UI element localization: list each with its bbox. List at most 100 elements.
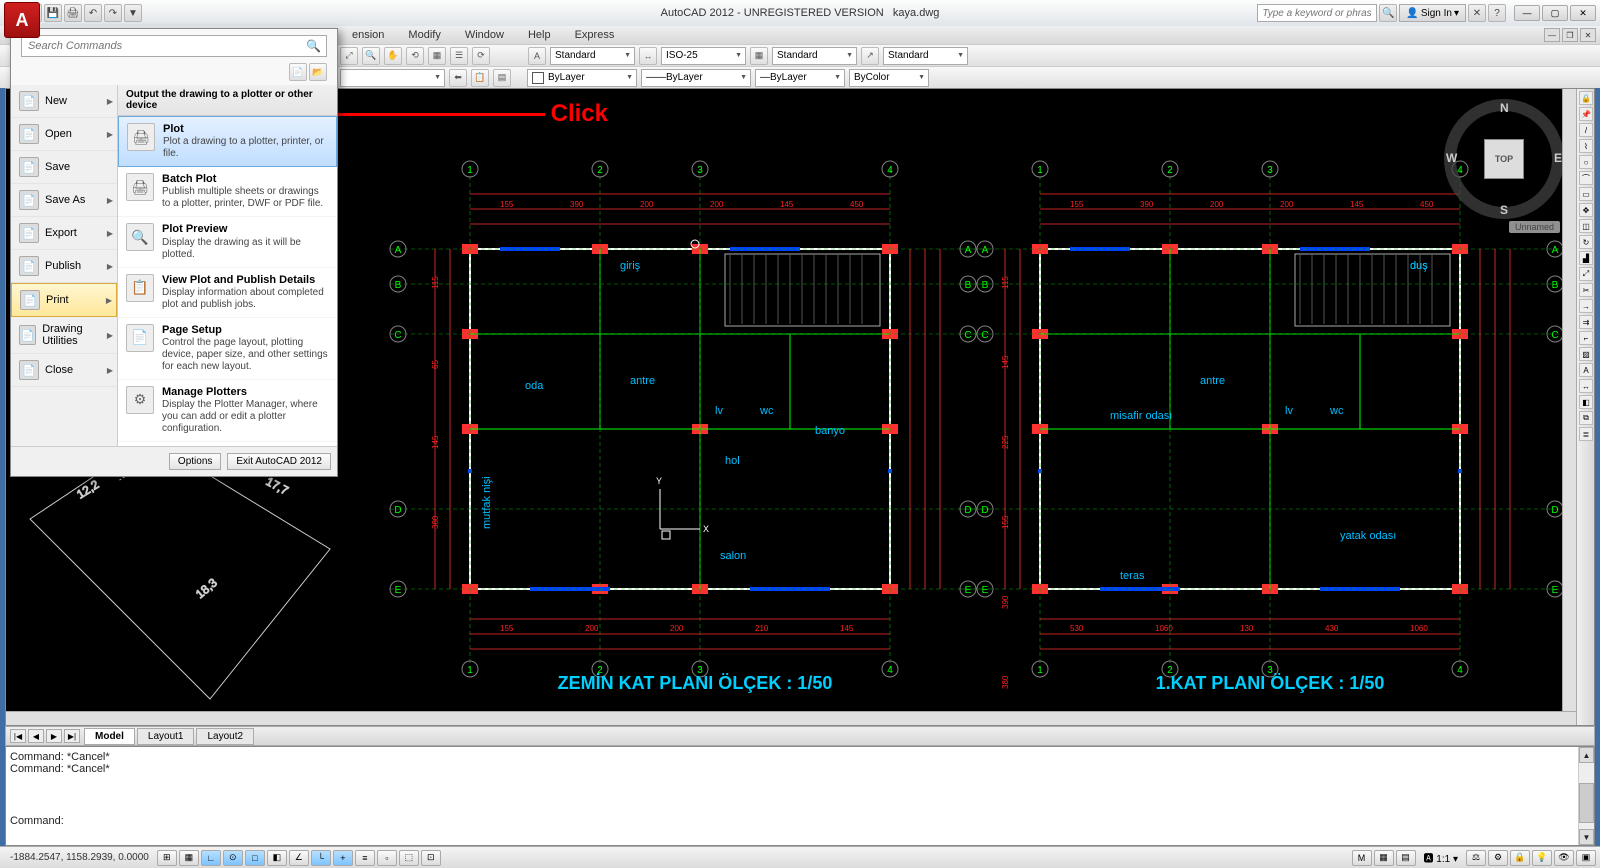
linetype-dropdown[interactable]: —— ByLayer	[641, 69, 751, 87]
qp-toggle[interactable]: ⬚	[399, 850, 419, 866]
menu-help[interactable]: Help	[516, 29, 563, 41]
close-icon[interactable]: ✕	[1570, 5, 1596, 21]
layer-filter-icon[interactable]: ▤	[493, 69, 511, 87]
menu-modify[interactable]: Modify	[396, 29, 452, 41]
search-go-icon[interactable]: 🔍	[1379, 4, 1397, 22]
tool-rotate-icon[interactable]: ↻	[1579, 235, 1593, 249]
scroll-thumb[interactable]	[1579, 783, 1594, 823]
hardware-icon[interactable]: 💡	[1532, 850, 1552, 866]
tool-offset-icon[interactable]: ⇉	[1579, 315, 1593, 329]
tab-layout1[interactable]: Layout1	[137, 728, 195, 745]
tool-text-icon[interactable]: A	[1579, 363, 1593, 377]
3dosnap-toggle[interactable]: ◧	[267, 850, 287, 866]
command-window[interactable]: Command: *Cancel* Command: *Cancel* Comm…	[5, 746, 1595, 846]
qat-print-icon[interactable]: 🖨	[64, 4, 82, 22]
doc-minimize-icon[interactable]: —	[1544, 28, 1560, 42]
viewcube-e[interactable]: E	[1554, 151, 1562, 165]
ortho-toggle[interactable]: ∟	[201, 850, 221, 866]
layer-dropdown[interactable]	[340, 69, 445, 87]
lwt-toggle[interactable]: ≡	[355, 850, 375, 866]
table-style-dropdown[interactable]: Standard	[772, 47, 857, 65]
open-docs-icon[interactable]: 📂	[309, 63, 327, 81]
app-menu-search-input[interactable]	[21, 35, 327, 57]
viewcube-w[interactable]: W	[1446, 151, 1457, 165]
tool-layer-icon[interactable]: ≣	[1579, 427, 1593, 441]
print-option-page-setup[interactable]: 📄Page SetupControl the page layout, plot…	[118, 318, 337, 380]
menu-dimension[interactable]: ension	[340, 29, 396, 41]
ws-icon[interactable]: ⚙	[1488, 850, 1508, 866]
menu-window[interactable]: Window	[453, 29, 516, 41]
pan-icon[interactable]: ✋	[384, 47, 402, 65]
zoom-extents-icon[interactable]: ⤢	[340, 47, 358, 65]
qat-undo-icon[interactable]: ↶	[84, 4, 102, 22]
tab-last-icon[interactable]: ▶|	[64, 729, 80, 743]
tool-line-icon[interactable]: /	[1579, 123, 1593, 137]
osnap-toggle[interactable]: □	[245, 850, 265, 866]
tool-arc-icon[interactable]: ⌒	[1579, 171, 1593, 185]
viewcube-n[interactable]: N	[1500, 101, 1509, 115]
mleader-style-dropdown[interactable]: Standard	[883, 47, 968, 65]
color-dropdown[interactable]: ByLayer	[527, 69, 637, 87]
doc-restore-icon[interactable]: ❐	[1562, 28, 1578, 42]
tool-dim-icon[interactable]: ↔	[1579, 379, 1593, 393]
tool-move-icon[interactable]: ✥	[1579, 203, 1593, 217]
app-menu-save[interactable]: 📄Save	[11, 151, 117, 184]
tool-fillet-icon[interactable]: ⌐	[1579, 331, 1593, 345]
view-tag[interactable]: Unnamed	[1509, 221, 1560, 233]
app-menu-print[interactable]: 📄Print▶	[11, 283, 117, 317]
tool-circle-icon[interactable]: ○	[1579, 155, 1593, 169]
qat-redo-icon[interactable]: ↷	[104, 4, 122, 22]
snap-toggle[interactable]: ⊞	[157, 850, 177, 866]
grid-toggle[interactable]: ▦	[179, 850, 199, 866]
hscrollbar[interactable]	[6, 711, 1576, 725]
refresh-icon[interactable]: ⟳	[472, 47, 490, 65]
viewcube-s[interactable]: S	[1500, 203, 1508, 217]
print-option-plot[interactable]: 🖨PlotPlot a drawing to a plotter, printe…	[118, 116, 337, 167]
tool-extend-icon[interactable]: →	[1579, 299, 1593, 313]
help-icon[interactable]: ?	[1488, 4, 1506, 22]
plotcolor-dropdown[interactable]: ByColor	[849, 69, 929, 87]
menu-express[interactable]: Express	[563, 29, 627, 41]
isolate-icon[interactable]: 👁	[1554, 850, 1574, 866]
tab-model[interactable]: Model	[84, 728, 135, 745]
scroll-up-icon[interactable]: ▲	[1579, 747, 1594, 763]
modelspace-toggle[interactable]: M	[1352, 850, 1372, 866]
tool-rect-icon[interactable]: ▭	[1579, 187, 1593, 201]
app-menu-open[interactable]: 📄Open▶	[11, 118, 117, 151]
app-menu-save-as[interactable]: 📄Save As▶	[11, 184, 117, 217]
toggle-icon[interactable]: ▦	[428, 47, 446, 65]
tool-lock-icon[interactable]: 🔒	[1579, 91, 1593, 105]
polar-toggle[interactable]: ⊙	[223, 850, 243, 866]
signin-button[interactable]: 👤 Sign In ▾	[1399, 4, 1466, 22]
app-menu-publish[interactable]: 📄Publish▶	[11, 250, 117, 283]
zoom-window-icon[interactable]: 🔍	[362, 47, 380, 65]
app-menu-new[interactable]: 📄New▶	[11, 85, 117, 118]
tab-prev-icon[interactable]: ◀	[28, 729, 44, 743]
tab-next-icon[interactable]: ▶	[46, 729, 62, 743]
qat-dropdown-icon[interactable]: ▼	[124, 4, 142, 22]
print-option-plot-preview[interactable]: 🔍Plot PreviewDisplay the drawing as it w…	[118, 217, 337, 267]
scroll-down-icon[interactable]: ▼	[1579, 829, 1594, 845]
tool-xref-icon[interactable]: ⧉	[1579, 411, 1593, 425]
print-option-manage-plotters[interactable]: ⚙Manage PlottersDisplay the Plotter Mana…	[118, 380, 337, 442]
tab-first-icon[interactable]: |◀	[10, 729, 26, 743]
ducs-toggle[interactable]: └	[311, 850, 331, 866]
orbit-icon[interactable]: ⟲	[406, 47, 424, 65]
cmd-scrollbar[interactable]: ▲ ▼	[1578, 747, 1594, 845]
layer-state-icon[interactable]: 📋	[471, 69, 489, 87]
dim-style-icon[interactable]: ↔	[639, 47, 657, 65]
viewcube[interactable]: TOP N S E W	[1444, 99, 1564, 219]
recent-docs-icon[interactable]: 📄	[289, 63, 307, 81]
lineweight-dropdown[interactable]: — ByLayer	[755, 69, 845, 87]
app-menu-close[interactable]: 📄Close▶	[11, 354, 117, 387]
dim-style-dropdown[interactable]: ISO-25	[661, 47, 746, 65]
qat-save-icon[interactable]: 💾	[44, 4, 62, 22]
tool-pin-icon[interactable]: 📌	[1579, 107, 1593, 121]
tab-layout2[interactable]: Layout2	[196, 728, 254, 745]
print-option-batch-plot[interactable]: 🖨Batch PlotPublish multiple sheets or dr…	[118, 167, 337, 217]
properties-icon[interactable]: ☰	[450, 47, 468, 65]
exchange-icon[interactable]: ✕	[1468, 4, 1486, 22]
sc-toggle[interactable]: ⊡	[421, 850, 441, 866]
keyword-search-input[interactable]	[1257, 4, 1377, 22]
tool-scale-icon[interactable]: ⤢	[1579, 267, 1593, 281]
